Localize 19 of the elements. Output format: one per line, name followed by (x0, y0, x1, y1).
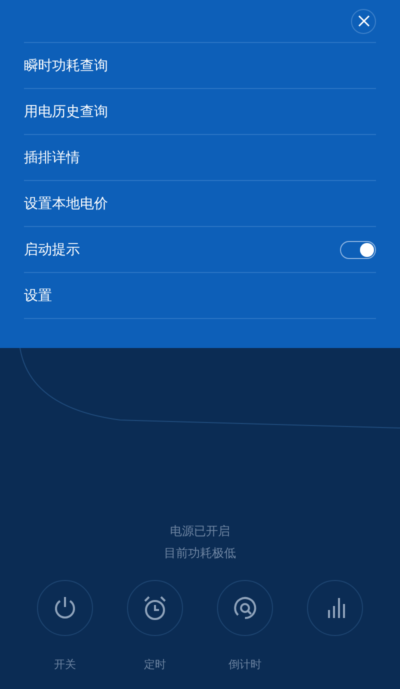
timer-icon (231, 594, 259, 622)
menu-item[interactable]: 用电历史查询 (24, 89, 376, 135)
control-label: 定时 (144, 657, 166, 672)
status-text: 电源已开启 (170, 523, 230, 540)
control-label: 倒计时 (228, 657, 262, 672)
menu-item[interactable]: 瞬时功耗查询 (24, 43, 376, 89)
menu-item[interactable]: 设置本地电价 (24, 181, 376, 227)
menu-item[interactable]: 插排详情 (24, 135, 376, 181)
control-label: 开关 (54, 657, 76, 672)
menu-item[interactable]: 启动提示 (24, 227, 376, 273)
close-button[interactable] (351, 8, 376, 34)
alarm-button[interactable] (127, 580, 183, 636)
menu-item[interactable]: 设置 (24, 273, 376, 319)
power-button[interactable] (37, 580, 93, 636)
close-icon (358, 15, 370, 27)
stats-button[interactable] (307, 580, 363, 636)
countdown-button[interactable] (217, 580, 273, 636)
toggle-switch[interactable] (340, 240, 376, 258)
status-text: 目前功耗极低 (164, 545, 236, 562)
